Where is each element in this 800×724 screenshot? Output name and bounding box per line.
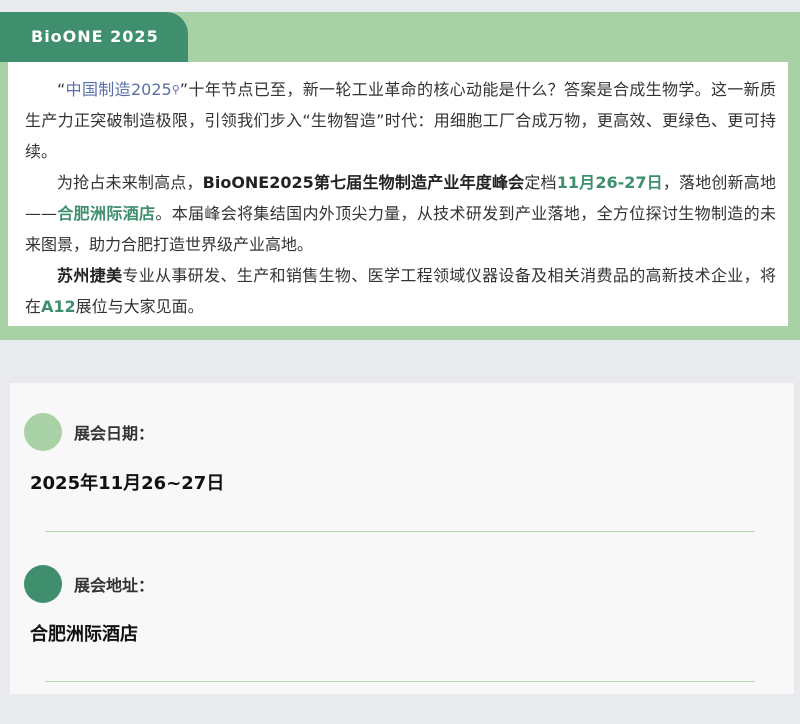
intro-tab-title: BioONE 2025 (0, 12, 188, 62)
p3-text-2: 展位与大家见面。 (75, 297, 204, 316)
search-icon: ⚲ (171, 83, 180, 96)
date-dot-icon (24, 413, 62, 451)
intro-card: “中国制造2025⚲”十年节点已至，新一轮工业革命的核心动能是什么？答案是合成生… (8, 62, 788, 326)
event-name: BioONE2025第七届生物制造产业年度峰会 (202, 173, 525, 192)
address-label: 展会地址： (74, 576, 155, 595)
date-divider (45, 531, 755, 532)
address-value: 合肥洲际酒店 (30, 624, 138, 645)
p2-text-1: 为抢占未来制高点， (57, 173, 203, 192)
intro-paragraph-1: “中国制造2025⚲”十年节点已至，新一轮工业革命的核心动能是什么？答案是合成生… (25, 74, 776, 167)
p2-text-2: 定档 (524, 173, 557, 192)
date-label: 展会日期： (74, 424, 155, 443)
intro-paragraph-2: 为抢占未来制高点，BioONE2025第七届生物制造产业年度峰会定档11月26-… (25, 167, 776, 260)
keyword-link[interactable]: 中国制造2025⚲ (65, 80, 179, 99)
event-dates: 11月26-27日 (556, 173, 663, 192)
address-dot-icon (24, 565, 62, 603)
company-name: 苏州捷美 (57, 266, 123, 285)
address-divider (45, 681, 755, 682)
address-row-header: 展会地址： (24, 564, 154, 604)
info-card: 展会日期： 2025年11月26~27日 展会地址： 合肥洲际酒店 (10, 383, 794, 694)
date-row-header: 展会日期： (24, 412, 154, 452)
date-value: 2025年11月26~27日 (30, 473, 225, 494)
intro-paragraph-3: 苏州捷美专业从事研发、生产和销售生物、医学工程领域仪器设备及相关消费品的高新技术… (25, 260, 776, 322)
booth-number: A12 (41, 297, 76, 316)
keyword-link-text: 中国制造2025 (65, 80, 172, 99)
event-venue: 合肥洲际酒店 (57, 204, 156, 223)
